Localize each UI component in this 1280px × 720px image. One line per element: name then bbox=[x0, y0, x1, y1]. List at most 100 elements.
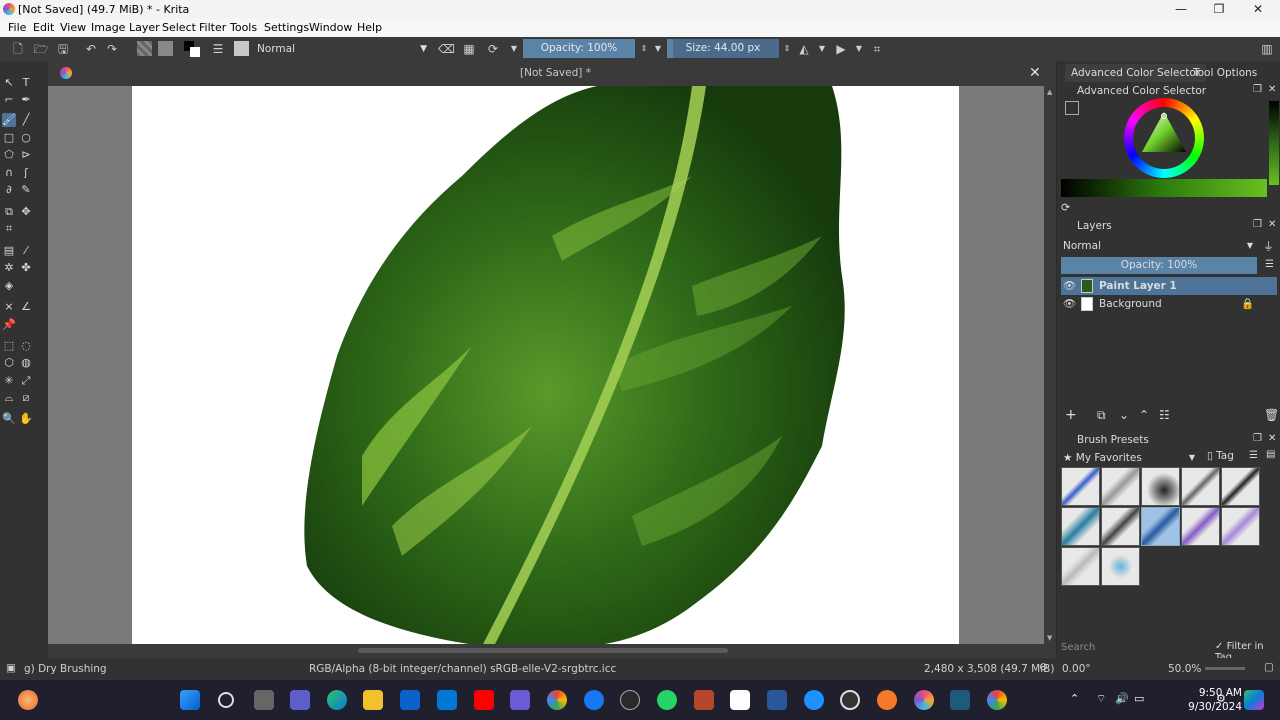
gradient-selector-icon[interactable] bbox=[137, 41, 152, 56]
canvas-only-icon[interactable]: ▢ bbox=[1264, 661, 1274, 673]
krita-taskbar-icon[interactable] bbox=[914, 690, 934, 710]
layer-row[interactable]: 👁 Paint Layer 1 bbox=[1061, 277, 1277, 295]
brush-preset-tile[interactable] bbox=[1101, 467, 1140, 506]
brush-preset-icon[interactable] bbox=[234, 41, 249, 56]
preserve-alpha-icon[interactable]: ▦ bbox=[461, 41, 477, 57]
color-wheel[interactable] bbox=[1124, 98, 1204, 178]
layer-properties-icon[interactable]: ☷ bbox=[1159, 408, 1170, 422]
pan-tool-icon[interactable]: ✋ bbox=[19, 412, 33, 426]
redo-icon[interactable]: ↷ bbox=[104, 41, 120, 57]
background-color-swatch[interactable] bbox=[190, 47, 200, 57]
ellipse-tool-icon[interactable]: ○ bbox=[19, 131, 33, 145]
magnetic-selection-icon[interactable]: ⧄ bbox=[19, 391, 33, 405]
copilot-icon[interactable] bbox=[1244, 690, 1264, 710]
brush-preset-tile[interactable] bbox=[1061, 467, 1100, 506]
brush-preset-tile[interactable] bbox=[1181, 507, 1220, 546]
size-slider[interactable]: Size: 44.00 px bbox=[667, 39, 779, 58]
reload-preset-icon[interactable]: ⟳ bbox=[485, 41, 501, 57]
multibrush-tool-icon[interactable]: ✎ bbox=[19, 183, 33, 197]
chevron-down-icon[interactable]: ▼ bbox=[506, 41, 522, 57]
move-layer-up-icon[interactable]: ⌃ bbox=[1139, 408, 1149, 422]
size-stepper-icon[interactable]: ⇕ bbox=[779, 41, 795, 57]
horizontal-scrollbar[interactable] bbox=[48, 644, 1056, 658]
brush-preset-tile[interactable] bbox=[1141, 467, 1180, 506]
chrome-icon[interactable] bbox=[987, 690, 1007, 710]
blender-icon[interactable] bbox=[877, 690, 897, 710]
youtube-icon[interactable] bbox=[474, 690, 494, 710]
text-tool-icon[interactable]: T bbox=[19, 76, 33, 90]
layers-opacity-slider[interactable]: Opacity: 100% bbox=[1061, 257, 1257, 274]
preset-search-input[interactable]: Search bbox=[1061, 642, 1095, 653]
whiteboard-icon[interactable] bbox=[730, 690, 750, 710]
open-folder-icon[interactable]: 🗁 bbox=[33, 41, 49, 57]
color-selector-settings-icon[interactable] bbox=[1065, 101, 1079, 115]
chatgpt-icon[interactable] bbox=[620, 690, 640, 710]
rectangle-tool-icon[interactable]: □ bbox=[2, 131, 16, 145]
refresh-color-icon[interactable]: ⟳ bbox=[1061, 201, 1070, 214]
menu-edit[interactable]: Edit bbox=[33, 21, 54, 34]
calligraphy-tool-icon[interactable]: ✒ bbox=[19, 93, 33, 107]
volume-icon[interactable]: 🔊 bbox=[1115, 692, 1129, 705]
chevron-down-icon[interactable]: ▼ bbox=[851, 41, 867, 57]
maximize-button[interactable]: ❐ bbox=[1199, 0, 1239, 19]
canvas-paper[interactable] bbox=[132, 86, 959, 644]
crop-tool-icon[interactable]: ⌗ bbox=[2, 222, 16, 236]
wifi-icon[interactable]: ⌔ bbox=[1096, 692, 1106, 706]
similar-selection-icon[interactable]: ⤢ bbox=[19, 374, 33, 388]
brush-group-select[interactable]: ★ My Favorites ▼ bbox=[1063, 450, 1195, 466]
float-layers-icon[interactable]: ❐ bbox=[1253, 219, 1262, 230]
rotation-icon[interactable]: ⊖ bbox=[1039, 661, 1048, 673]
search-icon[interactable] bbox=[218, 692, 234, 708]
polygonal-selection-icon[interactable]: ⬡ bbox=[2, 356, 16, 370]
vertical-scrollbar[interactable]: ▲ ▼ bbox=[1044, 86, 1056, 644]
chrome-icon[interactable] bbox=[547, 690, 567, 710]
eye-icon[interactable]: 👁 bbox=[1063, 277, 1076, 295]
blend-mode-select[interactable]: Normal ▼ bbox=[254, 40, 430, 58]
save-icon[interactable]: 🖫 bbox=[55, 41, 71, 57]
brush-preset-tile[interactable] bbox=[1101, 507, 1140, 546]
scroll-down-icon[interactable]: ▼ bbox=[1047, 634, 1052, 642]
move-layer-down-icon[interactable]: ⌄ bbox=[1119, 408, 1129, 422]
brush-preset-tile[interactable] bbox=[1221, 467, 1260, 506]
float-docker-icon[interactable]: ❐ bbox=[1253, 84, 1262, 95]
brush-preset-tile[interactable] bbox=[1061, 507, 1100, 546]
tag-button[interactable]: ▯ Tag bbox=[1207, 450, 1234, 462]
polygon-tool-icon[interactable]: ⬠ bbox=[2, 148, 16, 162]
zoom-tool-icon[interactable]: 🔍 bbox=[2, 412, 16, 426]
bezier-selection-icon[interactable]: ⌓ bbox=[2, 391, 16, 405]
preset-settings-icon[interactable]: ▤ bbox=[1266, 449, 1275, 460]
powerpoint-icon[interactable] bbox=[694, 690, 714, 710]
rotation-value[interactable]: 0.00° bbox=[1062, 663, 1091, 675]
media-player-icon[interactable] bbox=[840, 690, 860, 710]
brush-preset-tile[interactable] bbox=[1061, 547, 1100, 586]
color-picker-tool-icon[interactable]: ⁄ bbox=[19, 244, 33, 258]
settings-gear-icon[interactable]: ⚙ bbox=[1216, 692, 1226, 705]
horizontal-scroll-thumb[interactable] bbox=[358, 648, 728, 653]
app-icon[interactable] bbox=[950, 690, 970, 710]
eye-icon[interactable]: 👁 bbox=[1063, 295, 1076, 313]
brush-preset-tile[interactable] bbox=[1181, 467, 1220, 506]
delete-layer-icon[interactable]: 🗑 bbox=[1264, 408, 1279, 422]
chevron-down-icon[interactable]: ▼ bbox=[650, 41, 666, 57]
brush-preset-tile[interactable] bbox=[1101, 547, 1140, 586]
edit-shapes-tool-icon[interactable]: ⌐ bbox=[2, 93, 16, 107]
app-icon[interactable] bbox=[510, 690, 530, 710]
color-triangle[interactable] bbox=[1138, 108, 1190, 160]
menu-tools[interactable]: Tools bbox=[230, 21, 257, 34]
minimize-button[interactable]: — bbox=[1161, 0, 1201, 19]
pattern-selector-icon[interactable] bbox=[158, 41, 173, 56]
layers-menu-icon[interactable]: ☰ bbox=[1265, 259, 1274, 270]
zoom-slider[interactable] bbox=[1205, 667, 1245, 670]
edge-icon[interactable] bbox=[327, 690, 347, 710]
workspace-icon[interactable]: ▥ bbox=[1259, 41, 1275, 57]
line-tool-icon[interactable]: ╱ bbox=[19, 113, 33, 127]
reference-tool-icon[interactable]: 📌 bbox=[2, 318, 16, 332]
freehand-selection-icon[interactable]: ◍ bbox=[19, 356, 33, 370]
canvas-tab-title[interactable]: [Not Saved] * bbox=[520, 67, 591, 79]
mirror-horizontal-icon[interactable]: ◭ bbox=[796, 41, 812, 57]
whatsapp-icon[interactable] bbox=[657, 690, 677, 710]
tab-advanced-color-selector[interactable]: Advanced Color Selector bbox=[1065, 64, 1207, 82]
assistant-tool-icon[interactable]: ⨯ bbox=[2, 300, 16, 314]
word-icon[interactable] bbox=[767, 690, 787, 710]
app-icon[interactable] bbox=[437, 690, 457, 710]
